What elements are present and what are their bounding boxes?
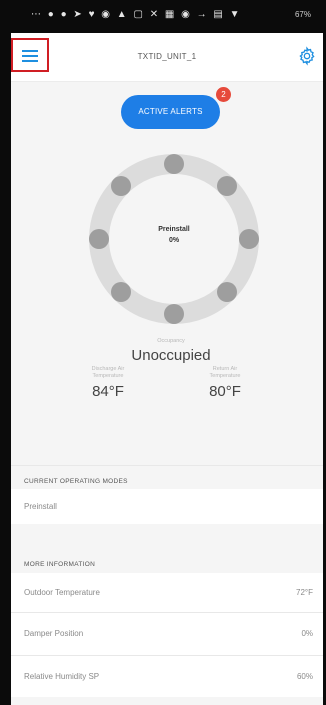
discharge-air-label: Discharge Air Temperature	[91, 366, 125, 379]
dial-percent: 0%	[168, 237, 180, 244]
info-row-outdoor-temperature[interactable]: Outdoor Temperature 72°F	[11, 573, 323, 612]
app-header: TXTID_UNIT_1	[11, 33, 323, 82]
notification-icons: ⋯ ● ● ➤ ♥ ◉ ▲ ▢ ✕ ▦ ◉ → ▤ ▼	[31, 9, 242, 20]
info-row-value: 72°F	[296, 588, 313, 597]
status-bar: ⋯ ● ● ➤ ♥ ◉ ▲ ▢ ✕ ▦ ◉ → ▤ ▼ 67%	[11, 0, 323, 33]
gear-icon[interactable]	[297, 46, 317, 66]
info-row-value: 60%	[296, 672, 313, 681]
occupancy-value: Unoccupied	[131, 347, 211, 364]
return-air-value: 80°F	[209, 383, 241, 400]
device-frame-left	[0, 0, 11, 705]
operating-modes-header: CURRENT OPERATING MODES	[24, 478, 128, 485]
info-row-relative-humidity-sp[interactable]: Relative Humidity SP 60%	[11, 656, 323, 697]
info-row-label: Relative Humidity SP	[24, 672, 100, 681]
info-row-value: 0%	[301, 629, 313, 638]
ring-node-2	[217, 176, 237, 196]
battery-percentage: 67%	[294, 10, 311, 19]
operating-mode-row: Preinstall	[11, 489, 323, 524]
more-information-header: MORE INFORMATION	[24, 561, 96, 568]
return-air-label: Return Air Temperature	[209, 366, 241, 379]
ring-node-4	[217, 282, 237, 302]
info-row-damper-position[interactable]: Damper Position 0%	[11, 613, 323, 655]
info-row-label: Damper Position	[24, 629, 84, 638]
alerts-count-badge: 2	[216, 87, 231, 102]
ring-node-5	[164, 304, 184, 324]
dial-mode-label: Preinstall	[158, 226, 190, 233]
hamburger-menu-icon[interactable]	[11, 38, 49, 72]
ring-node-1	[164, 154, 184, 174]
active-alerts-button[interactable]: ACTIVE ALERTS	[121, 95, 220, 129]
main-content: ACTIVE ALERTS 2 Preinstall 0% Discharge …	[11, 82, 323, 705]
ring-node-3	[239, 229, 259, 249]
operating-mode-value: Preinstall	[24, 502, 57, 511]
ring-node-8	[111, 176, 131, 196]
info-row-label: Outdoor Temperature	[24, 588, 100, 597]
unit-title: TXTID_UNIT_1	[137, 52, 197, 61]
ring-node-6	[111, 282, 131, 302]
occupancy-label: Occupancy	[157, 338, 185, 344]
status-dial: Preinstall 0%	[79, 144, 269, 334]
ring-node-7	[89, 229, 109, 249]
discharge-air-value: 84°F	[92, 383, 124, 400]
